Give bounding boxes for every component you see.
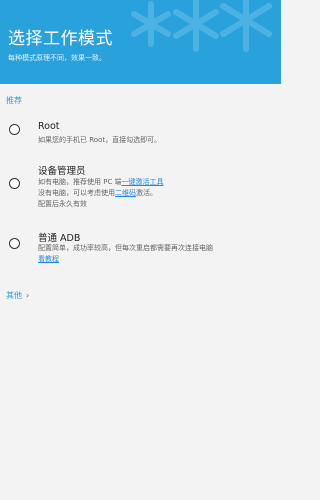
option-root[interactable]: Root 如果您的手机已 Root，直接勾选即可。 xyxy=(0,118,281,158)
header-bar: 选择工作模式 每种模式原理不同，效果一致。 xyxy=(0,0,281,84)
desc-line2-text: 没有电脑，可以考虑使用 xyxy=(38,189,115,197)
desc-adb-line1: 配置简单，成功率较高，但每次重启都需要再次连接电脑 xyxy=(38,244,213,252)
desc-line2-suffix: 激活。 xyxy=(136,189,157,197)
option-title-root: Root xyxy=(38,121,60,132)
section-label-recommended: 推荐 xyxy=(6,96,22,105)
activation-tool-link[interactable]: 一键激活工具 xyxy=(122,178,164,186)
desc-line1-text: 如有电脑，推荐使用 PC 端 xyxy=(38,178,122,186)
option-device-admin[interactable]: 设备管理员 如有电脑，推荐使用 PC 端一键激活工具 没有电脑，可以考虑使用二维… xyxy=(0,160,281,220)
option-desc-device-admin: 如有电脑，推荐使用 PC 端一键激活工具 没有电脑，可以考虑使用二维码激活。 配… xyxy=(38,177,164,210)
radio-button-adb[interactable] xyxy=(9,238,20,249)
option-title-device-admin: 设备管理员 xyxy=(38,166,86,177)
option-adb[interactable]: 普通 ADB 配置简单，成功率较高，但每次重启都需要再次连接电脑 看教程 xyxy=(0,224,281,268)
qr-code-link[interactable]: 二维码 xyxy=(115,189,136,197)
snowflake-decoration-icon xyxy=(131,0,272,52)
radio-button-device-admin[interactable] xyxy=(9,178,20,189)
page-subtitle: 每种模式原理不同，效果一致。 xyxy=(8,54,106,62)
option-desc-adb: 配置简单，成功率较高，但每次重启都需要再次连接电脑 看教程 xyxy=(38,243,213,265)
other-label: 其他 xyxy=(6,291,22,300)
radio-button-root[interactable] xyxy=(9,124,20,135)
other-options-link[interactable]: 其他 › xyxy=(6,290,29,301)
desc-line3-text: 配置后永久有效 xyxy=(38,200,87,208)
chevron-right-icon: › xyxy=(26,291,30,300)
tutorial-link[interactable]: 看教程 xyxy=(38,255,59,263)
option-desc-root: 如果您的手机已 Root，直接勾选即可。 xyxy=(38,136,162,144)
page-title: 选择工作模式 xyxy=(8,29,113,49)
option-title-adb: 普通 ADB xyxy=(38,233,81,244)
